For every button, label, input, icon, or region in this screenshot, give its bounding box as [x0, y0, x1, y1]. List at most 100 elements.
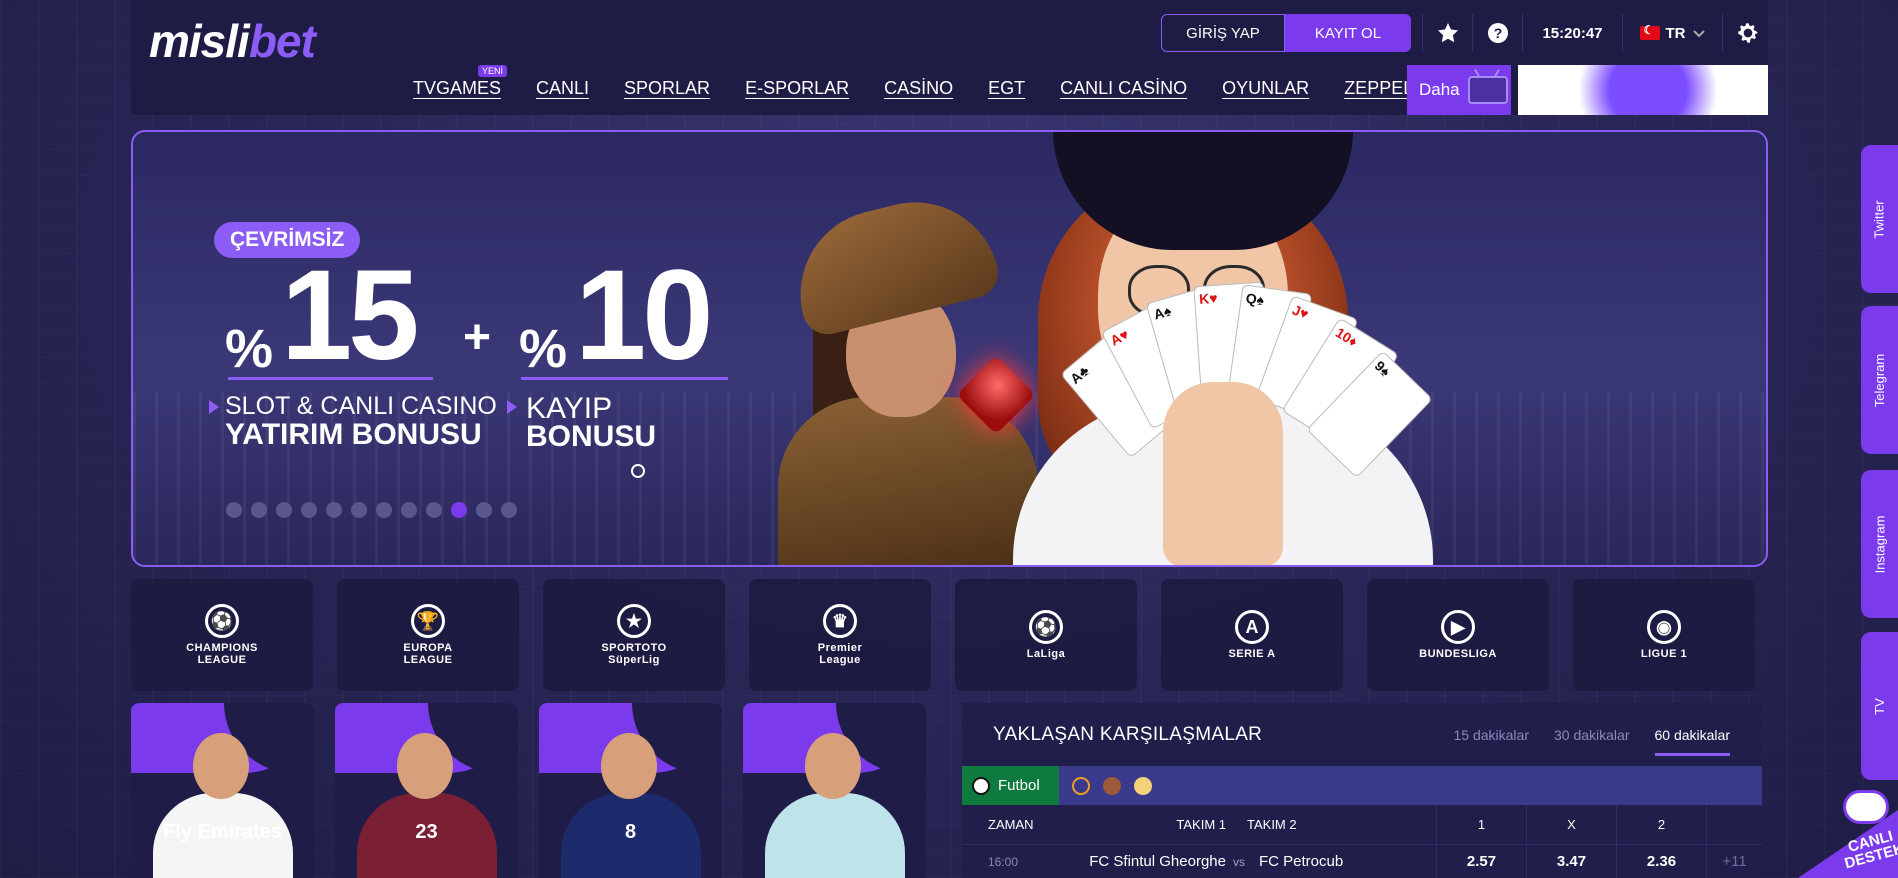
league-name: SERIE A [1228, 648, 1276, 660]
register-button[interactable]: KAYIT OL [1285, 14, 1411, 52]
league-card[interactable]: ★ SPORTOTO SüperLig [543, 579, 725, 691]
league-card[interactable]: A SERIE A [1161, 579, 1343, 691]
left-bullet [209, 400, 219, 414]
league-card[interactable]: ◉ LIGUE 1 [1573, 579, 1755, 691]
nav-tvgames[interactable]: TVGAMES YENİ [413, 65, 508, 99]
jersey-number: Fly Emirates [163, 821, 282, 843]
left-value: 15 [281, 244, 419, 387]
turkey-flag-icon [1639, 23, 1660, 40]
help-icon: ? [1487, 23, 1508, 43]
slider-dot[interactable] [351, 502, 367, 518]
right-percent: %10 [519, 244, 713, 387]
more-menu-button[interactable]: Daha [1407, 65, 1511, 115]
league-name: SPORTOTO SüperLig [601, 642, 667, 666]
left-sub-line2: YATIRIM BONUSU [225, 418, 482, 451]
more-odds[interactable]: +11 [1706, 845, 1762, 878]
svg-text:?: ? [1493, 25, 1502, 41]
favorites-button[interactable] [1422, 14, 1472, 52]
login-button[interactable]: GİRİŞ YAP [1161, 14, 1285, 52]
slider-dot[interactable] [426, 502, 442, 518]
league-name: CHAMPIONS LEAGUE [186, 642, 258, 666]
slider-dot[interactable] [326, 502, 342, 518]
league-name: LIGUE 1 [1640, 648, 1688, 660]
table-row[interactable]: 16:00 FC Sfintul Gheorghe vs FC Petrocub… [962, 845, 1762, 878]
help-button[interactable]: ? [1472, 14, 1522, 52]
league-icon: 🏆 [411, 604, 445, 638]
league-icon: ◉ [1647, 610, 1681, 644]
right-underline [521, 377, 728, 380]
league-card[interactable]: ♛ Premier League [749, 579, 931, 691]
league-icon: ⚽ [1029, 610, 1063, 644]
league-icon: ▶ [1441, 610, 1475, 644]
sport-card[interactable]: 23 [335, 703, 518, 878]
slider-dot[interactable] [401, 502, 417, 518]
league-card[interactable]: ⚽ LaLiga [955, 579, 1137, 691]
slider-dot[interactable] [301, 502, 317, 518]
nav-egt[interactable]: EGT [988, 78, 1025, 99]
social-instagram[interactable]: Instagram [1861, 470, 1898, 618]
nav-sporlar[interactable]: SPORLAR [624, 78, 710, 99]
social-telegram[interactable]: Telegram [1861, 306, 1898, 454]
tab-15-minutes[interactable]: 15 dakikalar [1454, 727, 1530, 756]
league-card[interactable]: ▶ BUNDESLIGA [1367, 579, 1549, 691]
slider-dot[interactable] [476, 502, 492, 518]
league-strip: ⚽ CHAMPIONS LEAGUE 🏆 EUROPA LEAGUE ★ SPORTOTO Sü… [131, 579, 1768, 691]
promo-banner[interactable]: ÇEVRİMSİZ %15 + %10 SLOT & CANLI CASINO … [131, 130, 1768, 567]
slider-dot[interactable] [276, 502, 292, 518]
right-bullet [507, 400, 517, 414]
league-card[interactable]: ⚽ CHAMPIONS LEAGUE [131, 579, 313, 691]
settings-button[interactable] [1722, 14, 1772, 52]
live-support-button[interactable]: CANLI DESTEK [1798, 790, 1898, 878]
league-card[interactable]: 🏆 EUROPA LEAGUE [337, 579, 519, 691]
sport-card[interactable]: Fly Emirates [131, 703, 314, 878]
chevron-down-icon [1692, 30, 1705, 38]
nav-canli-casino[interactable]: CANLI CASİNO [1060, 78, 1187, 99]
sport-filter: Futbol [962, 766, 1762, 805]
basketball-icon[interactable] [1072, 776, 1090, 795]
sport-football[interactable]: Futbol [962, 766, 1059, 805]
player-jersey [765, 793, 905, 878]
upcoming-matches: YAKLAŞAN KARŞILAŞMALAR 15 dakikalar 30 d… [962, 703, 1762, 878]
tab-60-minutes[interactable]: 60 dakikalar [1654, 727, 1730, 756]
football-icon [972, 776, 990, 795]
odd-1[interactable]: 2.57 [1436, 845, 1526, 878]
volleyball-icon[interactable] [1134, 776, 1152, 795]
nav-oyunlar[interactable]: OYUNLAR [1222, 78, 1309, 99]
nav-casino[interactable]: CASİNO [884, 78, 953, 99]
sport-cards: Fly Emirates 23 8 [131, 703, 931, 878]
logo[interactable]: mislibet [149, 14, 316, 68]
star-icon [1437, 23, 1458, 43]
player-head [601, 733, 657, 799]
sport-card[interactable]: 8 [539, 703, 722, 878]
table-header: ZAMAN TAKIM 1 TAKIM 2 1 X 2 [962, 805, 1762, 845]
slider-dot[interactable] [251, 502, 267, 518]
left-sub-line1: SLOT & CANLI CASINO [225, 392, 497, 420]
slider-dots [226, 502, 517, 518]
league-icon: ♛ [823, 604, 857, 638]
tv-icon [1467, 76, 1508, 104]
social-twitter[interactable]: Twitter [1861, 145, 1898, 293]
nav-canli[interactable]: CANLI [536, 78, 589, 99]
time-tabs: 15 dakikalar 30 dakikalar 60 dakikalar [1454, 727, 1730, 756]
auth-buttons: GİRİŞ YAP KAYIT OL [1161, 14, 1411, 52]
league-name: LaLiga [1026, 648, 1066, 660]
header-promo[interactable] [1518, 65, 1768, 115]
language-select[interactable]: TR [1622, 14, 1722, 52]
tab-30-minutes[interactable]: 30 dakikalar [1554, 727, 1630, 756]
league-name: Premier League [817, 642, 863, 666]
nav-e-sporlar[interactable]: E-SPORLAR [745, 78, 849, 99]
social-tv[interactable]: TV [1861, 632, 1898, 780]
plus-sign: + [463, 311, 492, 364]
odd-x[interactable]: 3.47 [1526, 845, 1616, 878]
odd-2[interactable]: 2.36 [1616, 845, 1706, 878]
player-head [805, 733, 861, 799]
language-label: TR [1665, 24, 1686, 42]
slider-dot[interactable] [501, 502, 517, 518]
handball-icon[interactable] [1103, 776, 1121, 795]
sport-card[interactable] [743, 703, 926, 878]
slider-dot[interactable] [376, 502, 392, 518]
player-head [193, 733, 249, 799]
slider-dot[interactable] [226, 502, 242, 518]
header-tools: ? 15:20:47 TR [1422, 14, 1772, 52]
slider-dot[interactable] [451, 502, 467, 518]
